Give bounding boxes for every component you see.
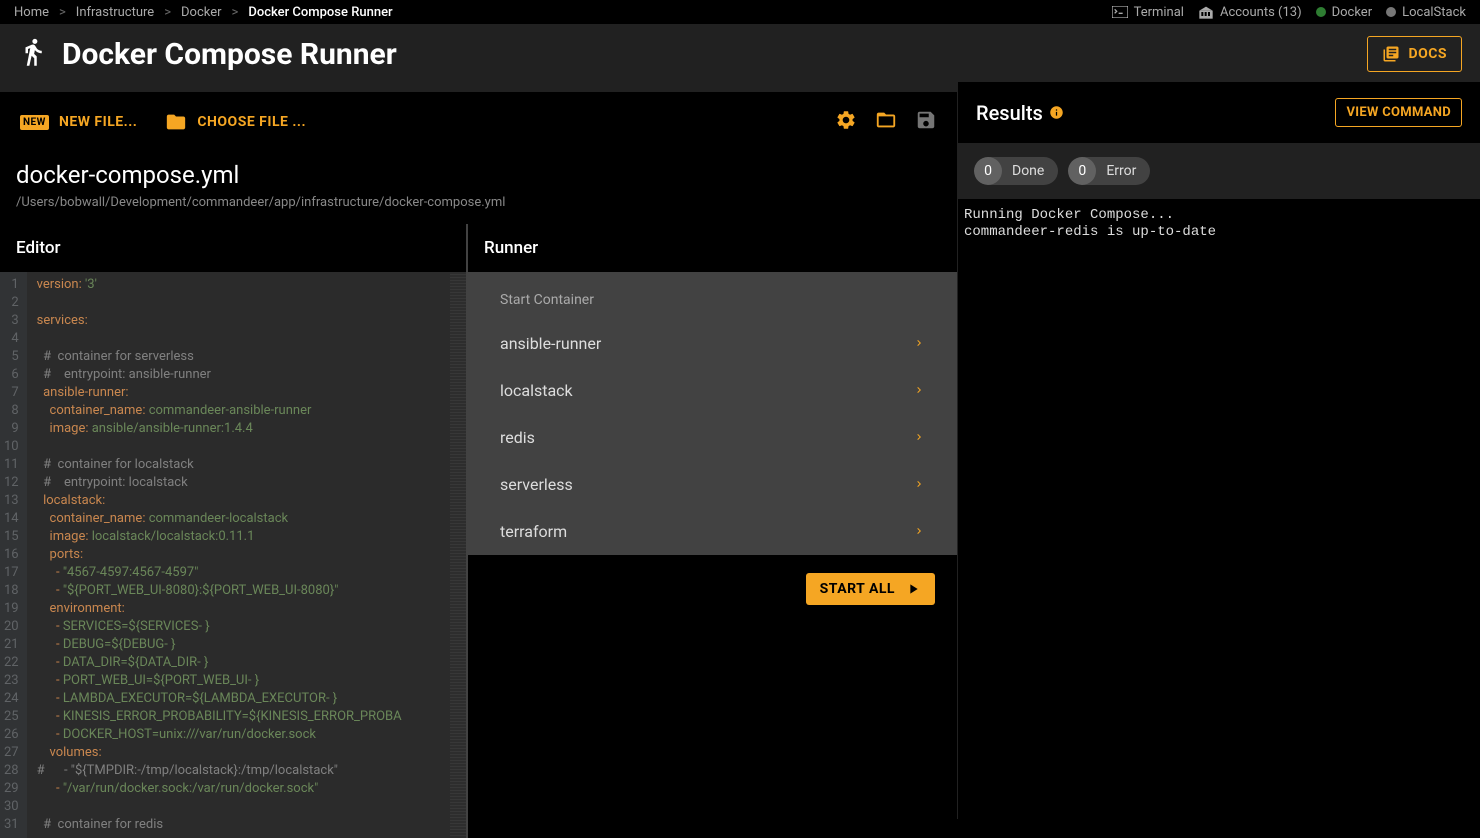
status-dot-gray — [1386, 7, 1396, 17]
editor-title: Editor — [0, 224, 466, 272]
runner-item-label: redis — [500, 428, 535, 447]
status-dot-green — [1316, 7, 1326, 17]
results-title: Results — [976, 101, 1064, 125]
terminal-link[interactable]: Terminal — [1112, 5, 1184, 20]
breadcrumbs: Home > Infrastructure > Docker > Docker … — [14, 5, 393, 20]
new-file-button[interactable]: NEW NEW FILE... — [20, 114, 137, 130]
localstack-label: LocalStack — [1402, 5, 1466, 20]
crumb-current: Docker Compose Runner — [248, 5, 392, 20]
file-path: /Users/bobwall/Development/commandeer/ap… — [16, 195, 941, 210]
choose-file-label: CHOOSE FILE ... — [197, 114, 306, 130]
runner-title: Runner — [468, 224, 957, 272]
runner-item-label: localstack — [500, 381, 573, 400]
save-button[interactable] — [915, 109, 937, 135]
docker-label: Docker — [1332, 5, 1373, 20]
status-chips: 0 Done 0 Error — [958, 143, 1480, 199]
results-log: Running Docker Compose... commandeer-red… — [958, 199, 1480, 249]
error-chip[interactable]: 0 Error — [1068, 157, 1150, 185]
runner-item-ansible-runner[interactable]: ansible-runner — [468, 320, 957, 367]
runner-item-localstack[interactable]: localstack — [468, 367, 957, 414]
terminal-label: Terminal — [1134, 5, 1184, 20]
folder-open-icon — [875, 109, 897, 131]
chevron-right-icon — [913, 381, 925, 400]
view-command-button[interactable]: VIEW COMMAND — [1335, 98, 1462, 127]
runner-icon — [18, 37, 48, 71]
file-name: docker-compose.yml — [16, 161, 941, 189]
crumb-sep: > — [59, 5, 66, 20]
open-folder-button[interactable] — [875, 109, 897, 135]
runner-item-label: ansible-runner — [500, 334, 601, 353]
docs-icon — [1382, 45, 1400, 63]
code-area[interactable]: version: '3' services: # container for s… — [27, 272, 450, 838]
start-all-label: START ALL — [820, 581, 895, 597]
runner-item-label: serverless — [500, 475, 573, 494]
gear-icon — [835, 109, 857, 131]
results-column: Results VIEW COMMAND 0 Done 0 Error Runn… — [957, 82, 1480, 819]
runner-item-label: terraform — [500, 522, 567, 541]
page-title: Docker Compose Runner — [62, 37, 397, 72]
editor-column: Editor 123456789101112131415161718192021… — [0, 224, 466, 838]
file-header: docker-compose.yml /Users/bobwall/Develo… — [0, 151, 957, 224]
minimap[interactable] — [450, 272, 466, 838]
top-right-controls: Terminal Accounts (13) Docker LocalStack — [1112, 5, 1466, 20]
new-badge: NEW — [20, 115, 49, 130]
runner-section-label: Start Container — [468, 272, 957, 320]
choose-file-button[interactable]: CHOOSE FILE ... — [165, 111, 306, 133]
runner-column: Runner Start Container ansible-runner loc… — [466, 224, 957, 838]
chevron-right-icon — [913, 428, 925, 447]
code-editor[interactable]: 1234567891011121314151617181920212223242… — [0, 272, 466, 838]
chevron-right-icon — [913, 334, 925, 353]
error-label: Error — [1096, 163, 1150, 179]
done-chip[interactable]: 0 Done — [974, 157, 1058, 185]
runner-list: Start Container ansible-runner localstack… — [468, 272, 957, 555]
topbar: Home > Infrastructure > Docker > Docker … — [0, 0, 1480, 24]
runner-item-terraform[interactable]: terraform — [468, 508, 957, 555]
docker-status[interactable]: Docker — [1316, 5, 1373, 20]
crumb-infrastructure[interactable]: Infrastructure — [76, 5, 154, 20]
accounts-icon — [1198, 5, 1214, 19]
new-file-label: NEW FILE... — [59, 114, 137, 130]
results-header: Results VIEW COMMAND — [958, 82, 1480, 143]
file-toolbar: NEW NEW FILE... CHOOSE FILE ... — [0, 93, 957, 151]
save-icon — [915, 109, 937, 131]
folder-icon — [165, 111, 187, 133]
info-icon[interactable] — [1049, 105, 1064, 120]
runner-item-serverless[interactable]: serverless — [468, 461, 957, 508]
runner-item-redis[interactable]: redis — [468, 414, 957, 461]
start-all-button[interactable]: START ALL — [806, 573, 935, 605]
localstack-status[interactable]: LocalStack — [1386, 5, 1466, 20]
settings-button[interactable] — [835, 109, 857, 135]
done-label: Done — [1002, 163, 1058, 179]
crumb-docker[interactable]: Docker — [181, 5, 222, 20]
terminal-icon — [1112, 6, 1128, 18]
done-count: 0 — [974, 157, 1002, 185]
accounts-label: Accounts (13) — [1220, 5, 1302, 20]
accounts-link[interactable]: Accounts (13) — [1198, 5, 1302, 20]
line-gutter: 1234567891011121314151617181920212223242… — [0, 272, 27, 838]
error-count: 0 — [1068, 157, 1096, 185]
crumb-home[interactable]: Home — [14, 5, 49, 20]
play-icon — [905, 581, 921, 597]
docs-button[interactable]: DOCS — [1367, 36, 1462, 72]
docs-label: DOCS — [1408, 46, 1447, 62]
chevron-right-icon — [913, 475, 925, 494]
chevron-right-icon — [913, 522, 925, 541]
crumb-sep: > — [164, 5, 171, 20]
crumb-sep: > — [232, 5, 239, 20]
